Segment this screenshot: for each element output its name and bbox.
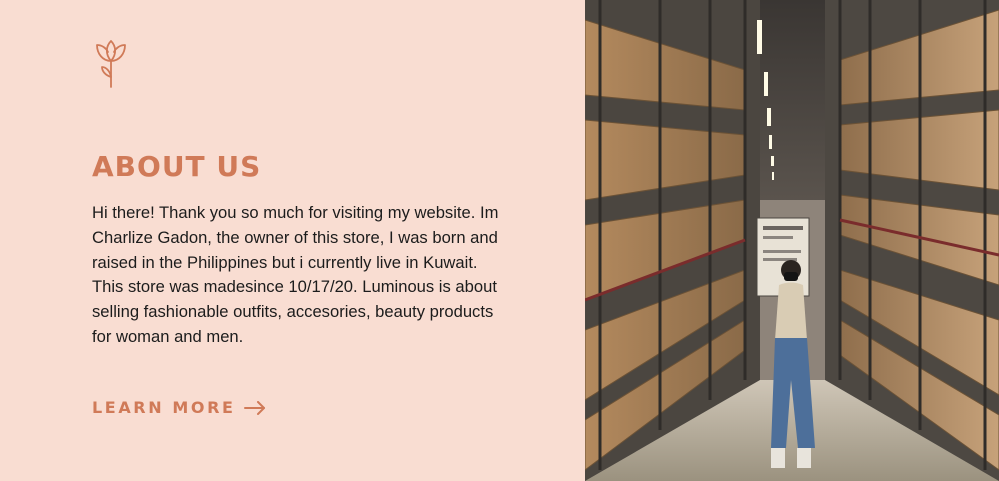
about-text-panel: ABOUT US Hi there! Thank you so much for…: [0, 0, 585, 481]
learn-more-link[interactable]: LEARN MORE: [92, 398, 266, 417]
arrow-right-icon: [243, 400, 265, 415]
learn-more-label: LEARN MORE: [92, 398, 236, 417]
photo-illustration: [585, 0, 999, 481]
page-title: ABOUT US: [92, 150, 262, 183]
about-description: Hi there! Thank you so much for visiting…: [92, 203, 499, 346]
about-section: ABOUT US Hi there! Thank you so much for…: [0, 0, 999, 481]
tulip-flower-icon: [96, 40, 126, 88]
warehouse-aisle-photo: [585, 0, 999, 481]
